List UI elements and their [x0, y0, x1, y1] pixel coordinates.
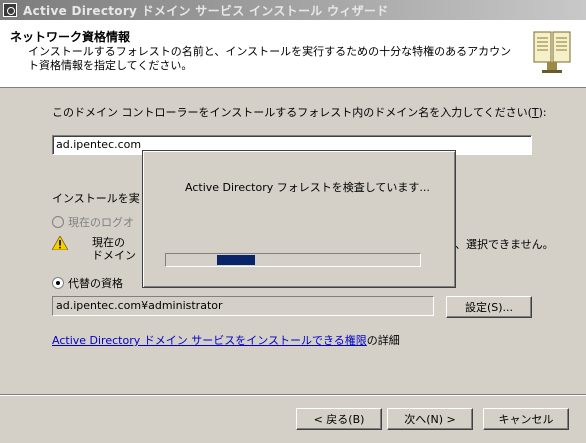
progress-bar: [165, 253, 421, 267]
progress-dialog: Active Directory フォレストを検査しています...: [142, 150, 456, 288]
radio-current-label: 現在のログオ: [68, 216, 134, 229]
warning-message-tail: 、選択できません。: [455, 238, 554, 251]
settings-button[interactable]: 設定(S)...: [446, 296, 532, 318]
progress-message: Active Directory フォレストを検査しています...: [185, 181, 430, 194]
domain-prompt-label: このドメイン コントローラーをインストールするフォレスト内のドメイン名を入力して…: [52, 106, 547, 119]
warning-icon: [52, 236, 68, 250]
page-title: ネットワーク資格情報: [10, 30, 131, 44]
radio-alternate-credentials[interactable]: 代替の資格: [52, 275, 123, 291]
page-description: インストールするフォレストの名前と、インストールを実行するための十分な特権のある…: [28, 45, 512, 72]
back-button[interactable]: < 戻る(B): [296, 408, 382, 430]
book-icon: [533, 31, 571, 73]
credentials-field: ad.ipentec.com¥administrator: [52, 296, 434, 316]
radio-alternate-label: 代替の資格: [68, 277, 123, 290]
title-bar[interactable]: Active Directory ドメイン サービス インストール ウィザード: [0, 0, 586, 20]
permissions-help-link[interactable]: Active Directory ドメイン サービスをインストールできる権限: [52, 334, 367, 347]
next-button[interactable]: 次へ(N) >: [387, 408, 473, 430]
help-link-line: Active Directory ドメイン サービスをインストールできる権限の詳…: [52, 334, 400, 347]
warning-message: 現在の ドメイン: [92, 236, 136, 262]
setup-wizard-icon: [3, 3, 17, 17]
window-title: Active Directory ドメイン サービス インストール ウィザード: [23, 3, 389, 18]
radio-button[interactable]: [52, 277, 64, 289]
cancel-button[interactable]: キャンセル: [483, 408, 569, 430]
radio-button[interactable]: [52, 216, 64, 228]
radio-current-credentials[interactable]: 現在のログオ: [52, 214, 134, 230]
install-credentials-label: インストールを実: [52, 192, 140, 205]
footer-divider: [0, 394, 586, 396]
progress-bar-fill: [217, 255, 255, 265]
wizard-header: ネットワーク資格情報 インストールするフォレストの名前と、インストールを実行する…: [0, 20, 586, 88]
